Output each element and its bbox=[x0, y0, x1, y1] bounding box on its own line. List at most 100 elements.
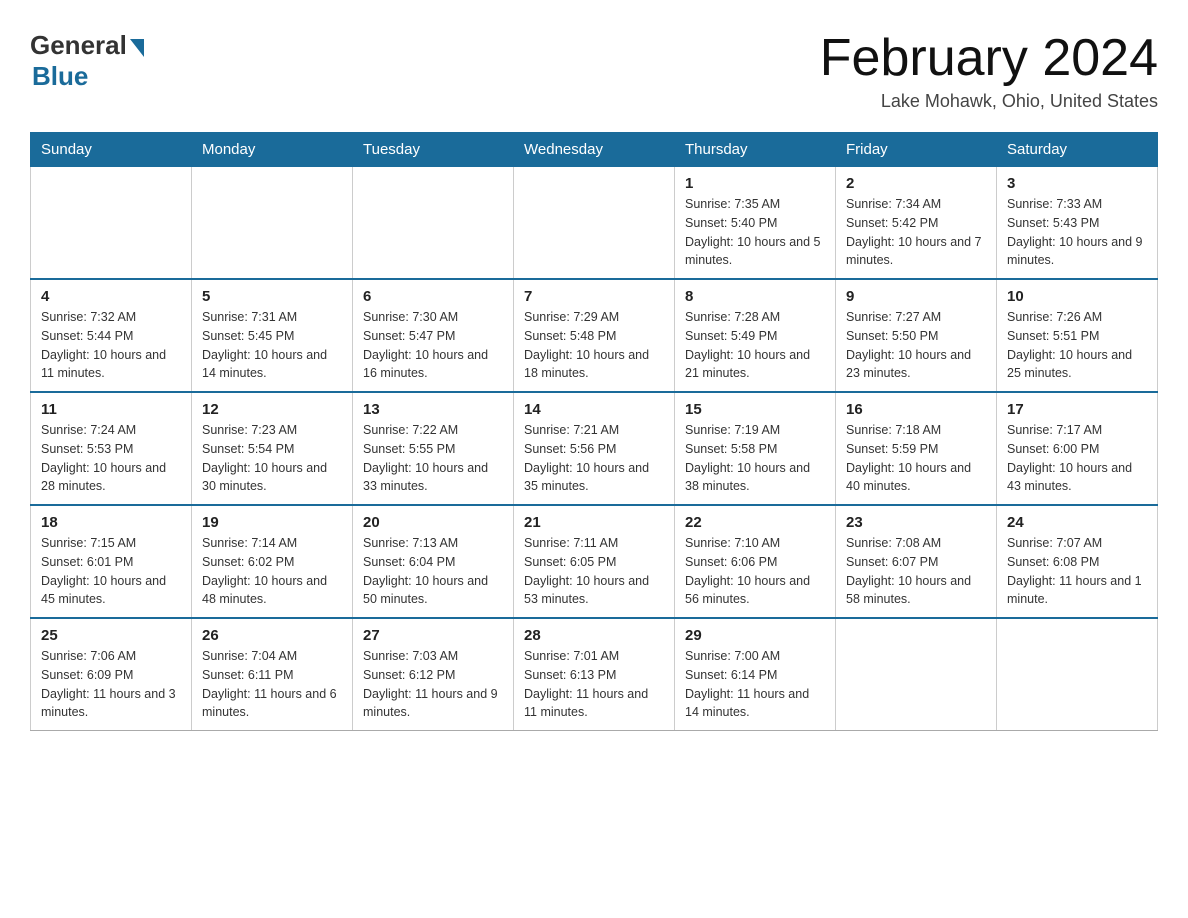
month-title: February 2024 bbox=[820, 30, 1158, 87]
calendar-week-row: 1 Sunrise: 7:35 AMSunset: 5:40 PMDaylight… bbox=[31, 167, 1158, 280]
day-info: Sunrise: 7:10 AMSunset: 6:06 PMDaylight:… bbox=[685, 534, 825, 609]
day-number: 12 bbox=[202, 401, 342, 418]
day-info: Sunrise: 7:04 AMSunset: 6:11 PMDaylight:… bbox=[202, 647, 342, 722]
calendar-day-cell bbox=[997, 618, 1158, 731]
day-info: Sunrise: 7:03 AMSunset: 6:12 PMDaylight:… bbox=[363, 647, 503, 722]
day-number: 23 bbox=[846, 514, 986, 531]
calendar-day-cell: 16 Sunrise: 7:18 AMSunset: 5:59 PMDayligh… bbox=[836, 392, 997, 505]
day-info: Sunrise: 7:13 AMSunset: 6:04 PMDaylight:… bbox=[363, 534, 503, 609]
calendar-day-cell: 6 Sunrise: 7:30 AMSunset: 5:47 PMDaylight… bbox=[353, 279, 514, 392]
day-number: 7 bbox=[524, 288, 664, 305]
day-number: 2 bbox=[846, 175, 986, 192]
day-number: 16 bbox=[846, 401, 986, 418]
calendar-day-cell: 21Sunrise: 7:11 AMSunset: 6:05 PMDayligh… bbox=[514, 505, 675, 618]
calendar-day-cell bbox=[353, 167, 514, 280]
calendar-day-cell: 4 Sunrise: 7:32 AMSunset: 5:44 PMDaylight… bbox=[31, 279, 192, 392]
day-info: Sunrise: 7:29 AMSunset: 5:48 PMDaylight:… bbox=[524, 308, 664, 383]
day-info: Sunrise: 7:19 AMSunset: 5:58 PMDaylight:… bbox=[685, 421, 825, 496]
day-number: 27 bbox=[363, 627, 503, 644]
calendar-header-thursday: Thursday bbox=[675, 133, 836, 167]
calendar-day-cell: 18Sunrise: 7:15 AMSunset: 6:01 PMDayligh… bbox=[31, 505, 192, 618]
calendar-day-cell: 23 Sunrise: 7:08 AMSunset: 6:07 PMDayligh… bbox=[836, 505, 997, 618]
day-number: 29 bbox=[685, 627, 825, 644]
calendar-day-cell: 24 Sunrise: 7:07 AMSunset: 6:08 PMDayligh… bbox=[997, 505, 1158, 618]
day-number: 8 bbox=[685, 288, 825, 305]
day-info: Sunrise: 7:34 AMSunset: 5:42 PMDaylight:… bbox=[846, 195, 986, 270]
logo-text-general: General bbox=[30, 30, 127, 61]
calendar-day-cell bbox=[192, 167, 353, 280]
day-number: 1 bbox=[685, 175, 825, 192]
day-number: 5 bbox=[202, 288, 342, 305]
day-info: Sunrise: 7:33 AMSunset: 5:43 PMDaylight:… bbox=[1007, 195, 1147, 270]
day-info: Sunrise: 7:27 AMSunset: 5:50 PMDaylight:… bbox=[846, 308, 986, 383]
day-number: 20 bbox=[363, 514, 503, 531]
day-info: Sunrise: 7:17 AMSunset: 6:00 PMDaylight:… bbox=[1007, 421, 1147, 496]
day-number: 11 bbox=[41, 401, 181, 418]
calendar-day-cell: 26 Sunrise: 7:04 AMSunset: 6:11 PMDayligh… bbox=[192, 618, 353, 731]
day-info: Sunrise: 7:08 AMSunset: 6:07 PMDaylight:… bbox=[846, 534, 986, 609]
calendar-week-row: 11 Sunrise: 7:24 AMSunset: 5:53 PMDayligh… bbox=[31, 392, 1158, 505]
calendar-day-cell: 14 Sunrise: 7:21 AMSunset: 5:56 PMDayligh… bbox=[514, 392, 675, 505]
day-number: 17 bbox=[1007, 401, 1147, 418]
day-number: 22 bbox=[685, 514, 825, 531]
calendar-day-cell: 27 Sunrise: 7:03 AMSunset: 6:12 PMDayligh… bbox=[353, 618, 514, 731]
calendar-day-cell: 1 Sunrise: 7:35 AMSunset: 5:40 PMDaylight… bbox=[675, 167, 836, 280]
logo-arrow-icon bbox=[130, 39, 144, 57]
calendar-week-row: 4 Sunrise: 7:32 AMSunset: 5:44 PMDaylight… bbox=[31, 279, 1158, 392]
day-info: Sunrise: 7:24 AMSunset: 5:53 PMDaylight:… bbox=[41, 421, 181, 496]
day-number: 10 bbox=[1007, 288, 1147, 305]
calendar-day-cell: 2 Sunrise: 7:34 AMSunset: 5:42 PMDaylight… bbox=[836, 167, 997, 280]
day-number: 15 bbox=[685, 401, 825, 418]
calendar-day-cell: 13Sunrise: 7:22 AMSunset: 5:55 PMDayligh… bbox=[353, 392, 514, 505]
calendar-header-wednesday: Wednesday bbox=[514, 133, 675, 167]
calendar-day-cell: 11 Sunrise: 7:24 AMSunset: 5:53 PMDayligh… bbox=[31, 392, 192, 505]
calendar-header-saturday: Saturday bbox=[997, 133, 1158, 167]
day-info: Sunrise: 7:21 AMSunset: 5:56 PMDaylight:… bbox=[524, 421, 664, 496]
calendar-day-cell: 7 Sunrise: 7:29 AMSunset: 5:48 PMDaylight… bbox=[514, 279, 675, 392]
day-number: 4 bbox=[41, 288, 181, 305]
day-info: Sunrise: 7:30 AMSunset: 5:47 PMDaylight:… bbox=[363, 308, 503, 383]
calendar-day-cell bbox=[514, 167, 675, 280]
calendar-day-cell: 28Sunrise: 7:01 AMSunset: 6:13 PMDayligh… bbox=[514, 618, 675, 731]
day-info: Sunrise: 7:32 AMSunset: 5:44 PMDaylight:… bbox=[41, 308, 181, 383]
calendar-day-cell bbox=[31, 167, 192, 280]
day-number: 24 bbox=[1007, 514, 1147, 531]
title-area: February 2024 Lake Mohawk, Ohio, United … bbox=[820, 30, 1158, 112]
day-number: 18 bbox=[41, 514, 181, 531]
calendar-day-cell: 22 Sunrise: 7:10 AMSunset: 6:06 PMDayligh… bbox=[675, 505, 836, 618]
calendar-day-cell: 29 Sunrise: 7:00 AMSunset: 6:14 PMDayligh… bbox=[675, 618, 836, 731]
day-number: 9 bbox=[846, 288, 986, 305]
calendar-day-cell: 20 Sunrise: 7:13 AMSunset: 6:04 PMDayligh… bbox=[353, 505, 514, 618]
day-info: Sunrise: 7:22 AMSunset: 5:55 PMDaylight:… bbox=[363, 421, 503, 496]
day-info: Sunrise: 7:07 AMSunset: 6:08 PMDaylight:… bbox=[1007, 534, 1147, 609]
day-info: Sunrise: 7:14 AMSunset: 6:02 PMDaylight:… bbox=[202, 534, 342, 609]
day-number: 3 bbox=[1007, 175, 1147, 192]
calendar-day-cell: 17 Sunrise: 7:17 AMSunset: 6:00 PMDayligh… bbox=[997, 392, 1158, 505]
day-info: Sunrise: 7:00 AMSunset: 6:14 PMDaylight:… bbox=[685, 647, 825, 722]
day-number: 25 bbox=[41, 627, 181, 644]
day-number: 26 bbox=[202, 627, 342, 644]
calendar-header-friday: Friday bbox=[836, 133, 997, 167]
calendar-week-row: 18Sunrise: 7:15 AMSunset: 6:01 PMDayligh… bbox=[31, 505, 1158, 618]
day-info: Sunrise: 7:23 AMSunset: 5:54 PMDaylight:… bbox=[202, 421, 342, 496]
day-number: 6 bbox=[363, 288, 503, 305]
day-info: Sunrise: 7:35 AMSunset: 5:40 PMDaylight:… bbox=[685, 195, 825, 270]
calendar-table: SundayMondayTuesdayWednesdayThursdayFrid… bbox=[30, 132, 1158, 731]
day-info: Sunrise: 7:01 AMSunset: 6:13 PMDaylight:… bbox=[524, 647, 664, 722]
calendar-header-row: SundayMondayTuesdayWednesdayThursdayFrid… bbox=[31, 133, 1158, 167]
location: Lake Mohawk, Ohio, United States bbox=[820, 91, 1158, 112]
calendar-day-cell: 15 Sunrise: 7:19 AMSunset: 5:58 PMDayligh… bbox=[675, 392, 836, 505]
calendar-day-cell: 25Sunrise: 7:06 AMSunset: 6:09 PMDayligh… bbox=[31, 618, 192, 731]
day-info: Sunrise: 7:18 AMSunset: 5:59 PMDaylight:… bbox=[846, 421, 986, 496]
calendar-day-cell: 10 Sunrise: 7:26 AMSunset: 5:51 PMDayligh… bbox=[997, 279, 1158, 392]
logo: General Blue bbox=[30, 30, 144, 92]
calendar-day-cell: 12 Sunrise: 7:23 AMSunset: 5:54 PMDayligh… bbox=[192, 392, 353, 505]
day-number: 14 bbox=[524, 401, 664, 418]
day-info: Sunrise: 7:31 AMSunset: 5:45 PMDaylight:… bbox=[202, 308, 342, 383]
day-info: Sunrise: 7:26 AMSunset: 5:51 PMDaylight:… bbox=[1007, 308, 1147, 383]
calendar-day-cell bbox=[836, 618, 997, 731]
day-info: Sunrise: 7:28 AMSunset: 5:49 PMDaylight:… bbox=[685, 308, 825, 383]
page-header: General Blue February 2024 Lake Mohawk, … bbox=[30, 30, 1158, 112]
day-number: 19 bbox=[202, 514, 342, 531]
calendar-day-cell: 9 Sunrise: 7:27 AMSunset: 5:50 PMDaylight… bbox=[836, 279, 997, 392]
